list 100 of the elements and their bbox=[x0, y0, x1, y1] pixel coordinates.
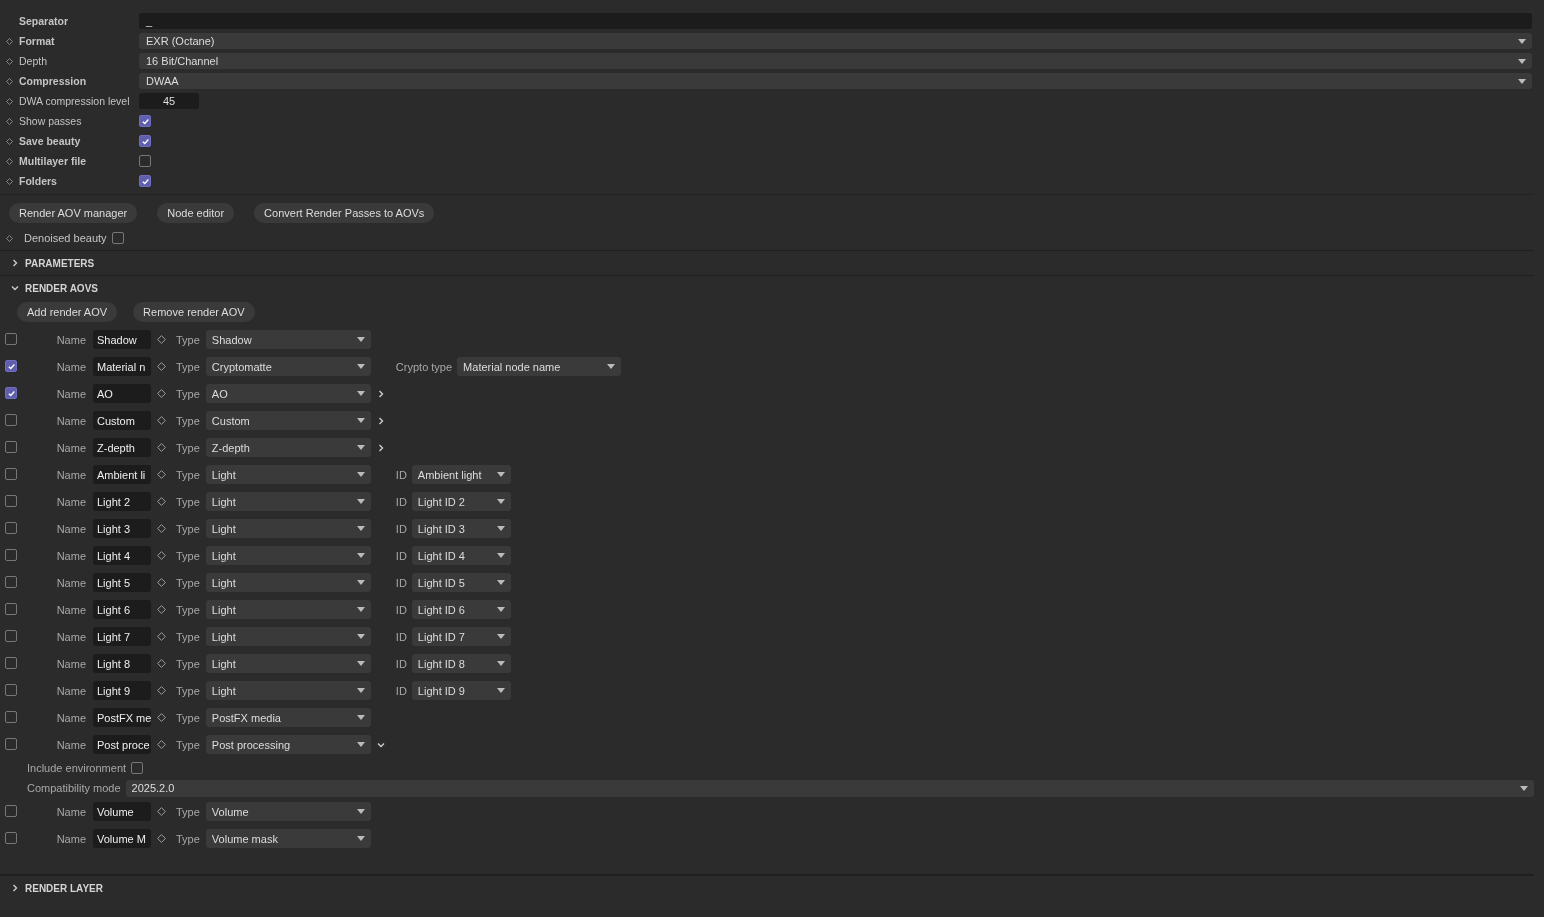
name-field[interactable]: Light 5 bbox=[93, 573, 151, 592]
name-field[interactable]: Volume bbox=[93, 802, 151, 821]
field-label: Type bbox=[176, 522, 200, 535]
setting-label: Denoised beauty bbox=[24, 232, 107, 244]
field-label: Name bbox=[55, 414, 86, 427]
field-label: Type bbox=[176, 549, 200, 562]
field-label: ID bbox=[395, 576, 407, 589]
field-label: Name bbox=[55, 549, 86, 562]
field-label: ID bbox=[395, 657, 407, 670]
field-label: Name bbox=[55, 657, 86, 670]
field-label: Name bbox=[55, 441, 86, 454]
name-field[interactable]: Z-depth bbox=[93, 438, 151, 457]
field-label: Type bbox=[176, 603, 200, 616]
setting-label: Depth bbox=[19, 55, 49, 67]
light-id-dropdown[interactable]: Light ID 3 bbox=[411, 519, 511, 538]
type-dropdown[interactable]: Light bbox=[205, 627, 371, 646]
type-dropdown[interactable]: Shadow bbox=[205, 330, 371, 349]
number-field[interactable]: 45 bbox=[139, 93, 199, 109]
setting-label: Compression bbox=[19, 75, 88, 87]
name-field[interactable]: Light 8 bbox=[93, 654, 151, 673]
type-dropdown[interactable]: Light bbox=[205, 519, 371, 538]
field-label: Name bbox=[55, 360, 86, 373]
setting-label: Save beauty bbox=[19, 135, 82, 147]
field-label: ID bbox=[395, 495, 407, 508]
field-label: Type bbox=[176, 360, 200, 373]
field-label: Type bbox=[176, 387, 200, 400]
name-field[interactable]: PostFX me bbox=[93, 708, 151, 727]
name-field[interactable]: Light 2 bbox=[93, 492, 151, 511]
type-dropdown[interactable]: PostFX media bbox=[205, 708, 371, 727]
field-label: Name bbox=[55, 711, 86, 724]
setting-label: Compatibility mode bbox=[27, 782, 121, 794]
field-label: Type bbox=[176, 657, 200, 670]
type-dropdown[interactable]: Z-depth bbox=[205, 438, 371, 457]
text-field[interactable]: _ bbox=[139, 13, 1532, 29]
type-dropdown[interactable]: Light bbox=[205, 654, 371, 673]
light-id-dropdown[interactable]: Light ID 7 bbox=[411, 627, 511, 646]
name-field[interactable]: Shadow bbox=[93, 330, 151, 349]
name-field[interactable]: AO bbox=[93, 384, 151, 403]
field-label: Name bbox=[55, 805, 86, 818]
name-field[interactable]: Light 7 bbox=[93, 627, 151, 646]
field-label: Type bbox=[176, 576, 200, 589]
type-dropdown[interactable]: Cryptomatte bbox=[205, 357, 371, 376]
type-dropdown[interactable]: Light bbox=[205, 492, 371, 511]
type-dropdown[interactable]: AO bbox=[205, 384, 371, 403]
light-id-dropdown[interactable]: Light ID 4 bbox=[411, 546, 511, 565]
field-label: Type bbox=[176, 630, 200, 643]
name-field[interactable]: Custom bbox=[93, 411, 151, 430]
type-dropdown[interactable]: Light bbox=[205, 546, 371, 565]
dropdown[interactable]: EXR (Octane) bbox=[139, 33, 1532, 49]
name-field[interactable]: Volume M bbox=[93, 829, 151, 848]
name-field[interactable]: Light 9 bbox=[93, 681, 151, 700]
setting-label: Include environment bbox=[27, 762, 127, 774]
light-id-dropdown[interactable]: Light ID 8 bbox=[411, 654, 511, 673]
field-label: Type bbox=[176, 468, 200, 481]
type-dropdown[interactable]: Light bbox=[205, 681, 371, 700]
action-button[interactable]: Render AOV manager bbox=[9, 203, 138, 223]
type-dropdown[interactable]: Volume mask bbox=[205, 829, 371, 848]
field-label: Type bbox=[176, 832, 200, 845]
field-label: Type bbox=[176, 333, 200, 346]
action-button[interactable]: Add render AOV bbox=[17, 302, 118, 322]
setting-label: Multilayer file bbox=[19, 155, 88, 167]
field-label: Name bbox=[55, 738, 86, 751]
name-field[interactable]: Light 3 bbox=[93, 519, 151, 538]
dropdown[interactable]: 2025.2.0 bbox=[125, 779, 1534, 797]
type-dropdown[interactable]: Light bbox=[205, 465, 371, 484]
field-label: ID bbox=[395, 468, 407, 481]
light-id-dropdown[interactable]: Ambient light bbox=[411, 465, 511, 484]
field-label: Type bbox=[176, 711, 200, 724]
light-id-dropdown[interactable]: Light ID 6 bbox=[411, 600, 511, 619]
light-id-dropdown[interactable]: Light ID 5 bbox=[411, 573, 511, 592]
action-button[interactable]: Node editor bbox=[157, 203, 235, 223]
light-id-dropdown[interactable]: Light ID 9 bbox=[411, 681, 511, 700]
type-dropdown[interactable]: Custom bbox=[205, 411, 371, 430]
action-button[interactable]: Remove render AOV bbox=[133, 302, 255, 322]
crypto-type-dropdown[interactable]: Material node name bbox=[457, 357, 622, 376]
section-header[interactable]: PARAMETERS bbox=[0, 250, 1534, 275]
section-header[interactable]: RENDER AOVS bbox=[0, 275, 1534, 300]
field-label: Name bbox=[55, 522, 86, 535]
dropdown[interactable]: DWAA bbox=[139, 73, 1532, 89]
name-field[interactable]: Ambient li bbox=[93, 465, 151, 484]
dropdown[interactable]: 16 Bit/Channel bbox=[139, 53, 1532, 69]
field-label: Type bbox=[176, 738, 200, 751]
type-dropdown[interactable]: Volume bbox=[205, 802, 371, 821]
name-field[interactable]: Post proce bbox=[93, 735, 151, 754]
name-field[interactable]: Light 6 bbox=[93, 600, 151, 619]
field-label: Type bbox=[176, 495, 200, 508]
type-dropdown[interactable]: Post processing bbox=[205, 735, 371, 754]
section-header[interactable]: RENDER LAYER bbox=[0, 875, 1534, 900]
light-id-dropdown[interactable]: Light ID 2 bbox=[411, 492, 511, 511]
field-label: ID bbox=[395, 549, 407, 562]
type-dropdown[interactable]: Light bbox=[205, 600, 371, 619]
field-label: Name bbox=[55, 468, 86, 481]
field-label: ID bbox=[395, 684, 407, 697]
type-dropdown[interactable]: Light bbox=[205, 573, 371, 592]
field-label: Name bbox=[55, 387, 86, 400]
name-field[interactable]: Material n bbox=[93, 357, 151, 376]
action-button[interactable]: Convert Render Passes to AOVs bbox=[254, 203, 435, 223]
name-field[interactable]: Light 4 bbox=[93, 546, 151, 565]
field-label: Type bbox=[176, 805, 200, 818]
field-label: Name bbox=[55, 576, 86, 589]
